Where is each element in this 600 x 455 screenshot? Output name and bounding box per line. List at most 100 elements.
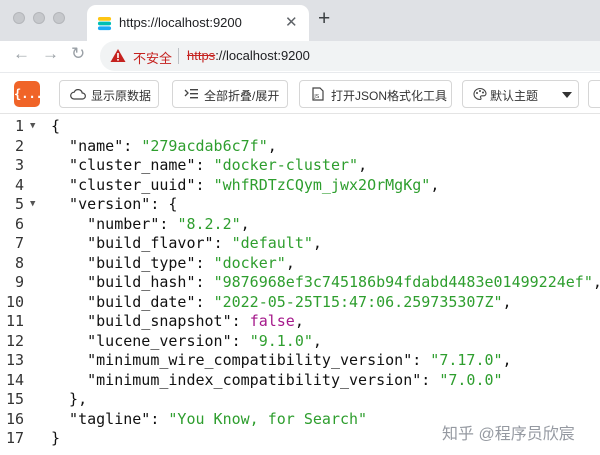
json-key: "name" xyxy=(51,136,124,155)
code-text: "build_snapshot": false, xyxy=(51,312,304,332)
line-number: 14 xyxy=(5,370,24,389)
watermark: 知乎 @程序员欣宸 xyxy=(442,426,575,443)
code-line: 13 "minimum_wire_compatibility_version":… xyxy=(0,351,600,371)
theme-select[interactable]: 默认主题 xyxy=(462,80,579,108)
line-number: 7 xyxy=(14,234,24,252)
json-punctuation: : xyxy=(412,351,431,369)
json-string-value: "7.17.0" xyxy=(430,351,503,369)
palette-icon xyxy=(473,87,487,101)
show-raw-data-button[interactable]: 显示原数据 xyxy=(59,80,159,108)
json-key: "cluster_name" xyxy=(51,156,196,174)
navigation-bar: ← → ↻ 不安全 https://localhost:9200 xyxy=(0,41,600,72)
json-key: "minimum_wire_compatibility_version" xyxy=(51,351,413,369)
json-string-value: "docker-cluster" xyxy=(213,156,359,174)
json-punctuation: : xyxy=(195,292,214,311)
json-string-value: "9.1.0" xyxy=(249,331,313,350)
json-punctuation: : xyxy=(231,331,250,350)
minimize-window-button[interactable] xyxy=(33,12,45,24)
json-key: "lucene_version" xyxy=(51,331,232,350)
code-text: } xyxy=(51,429,60,449)
browser-tab[interactable]: https://localhost:9200 ✕ xyxy=(87,5,309,41)
json-punctuation: , xyxy=(358,156,368,174)
theme-select-label: 默认主题 xyxy=(490,89,539,103)
new-tab-button[interactable]: + xyxy=(318,8,330,30)
json-key: "build_flavor" xyxy=(51,234,214,252)
forward-button[interactable]: → xyxy=(42,44,59,64)
json-punctuation: : xyxy=(421,370,440,389)
document-icon: JS xyxy=(312,87,324,101)
code-text: "version": { xyxy=(51,195,177,215)
url-host: ://localhost:9200 xyxy=(215,48,310,63)
code-line: 7 "build_flavor": "default", xyxy=(0,234,600,254)
code-text: "lucene_version": "9.1.0", xyxy=(51,332,322,352)
json-punctuation: , xyxy=(240,214,250,233)
json-punctuation: : xyxy=(150,409,169,428)
json-punctuation: , xyxy=(312,234,322,252)
json-string-value: "whfRDTzCQym_jwx2OrMgKg" xyxy=(213,175,431,194)
more-button[interactable] xyxy=(588,80,600,108)
open-json-formatter-label: 打开JSON格式化工具 xyxy=(331,89,448,103)
json-string-value: "default" xyxy=(231,234,313,252)
json-key: "tagline" xyxy=(51,409,151,428)
svg-text:JS: JS xyxy=(313,94,320,100)
json-punctuation: : xyxy=(159,214,178,233)
code-text: "build_type": "docker", xyxy=(51,254,295,274)
back-button[interactable]: ← xyxy=(13,44,30,64)
json-punctuation: , xyxy=(502,292,512,311)
json-punctuation: , xyxy=(593,273,600,291)
tab-strip: https://localhost:9200 ✕ + xyxy=(0,0,600,41)
json-punctuation: , xyxy=(430,175,440,194)
json-key: "build_date" xyxy=(51,292,196,311)
code-text: "name": "279acdab6c7f", xyxy=(51,137,277,157)
json-key: "build_hash" xyxy=(51,273,196,291)
fold-toggle-icon[interactable]: ▼ xyxy=(30,117,35,137)
line-number: 2 xyxy=(14,136,24,155)
json-punctuation: : xyxy=(195,156,214,174)
warning-icon[interactable] xyxy=(110,48,126,63)
code-line: 6 "number": "8.2.2", xyxy=(0,215,600,235)
json-string-value: "279acdab6c7f" xyxy=(141,136,268,155)
collapse-expand-all-label: 全部折叠/展开 xyxy=(204,89,280,103)
json-string-value: "9876968ef3c745186b94fdabd4483e01499224e… xyxy=(213,273,593,291)
code-line: 9 "build_hash": "9876968ef3c745186b94fda… xyxy=(0,273,600,293)
code-line: 4 "cluster_uuid": "whfRDTzCQym_jwx2OrMgK… xyxy=(0,176,600,196)
json-key: "version" xyxy=(51,195,151,213)
close-window-button[interactable] xyxy=(13,12,25,24)
maximize-window-button[interactable] xyxy=(53,12,65,24)
tab-title: https://localhost:9200 xyxy=(119,15,242,30)
address-bar[interactable]: 不安全 https://localhost:9200 xyxy=(100,41,600,71)
not-secure-label[interactable]: 不安全 xyxy=(133,48,172,67)
code-line: 15 }, xyxy=(0,390,600,410)
line-number: 3 xyxy=(14,156,24,174)
show-raw-data-label: 显示原数据 xyxy=(91,89,152,103)
json-punctuation: : { xyxy=(150,195,178,213)
reload-button[interactable]: ↻ xyxy=(71,44,85,64)
line-number: 5 xyxy=(14,195,24,213)
json-punctuation: , xyxy=(502,351,512,369)
open-json-formatter-button[interactable]: JS 打开JSON格式化工具 xyxy=(299,80,452,108)
tab-close-icon[interactable]: ✕ xyxy=(285,13,298,31)
line-number: 17 xyxy=(5,429,24,447)
json-string-value: "2022-05-25T15:47:06.259735307Z" xyxy=(213,292,503,311)
line-number: 6 xyxy=(14,214,24,233)
json-viewer-logo: {...} xyxy=(14,81,50,107)
collapse-expand-all-button[interactable]: 全部折叠/展开 xyxy=(172,80,288,108)
code-line: 3 "cluster_name": "docker-cluster", xyxy=(0,156,600,176)
code-line: 11 "build_snapshot": false, xyxy=(0,312,600,332)
chevron-down-icon xyxy=(562,92,572,98)
url-scheme: https xyxy=(187,48,216,63)
code-text: "cluster_name": "docker-cluster", xyxy=(51,156,367,176)
json-string-value: "docker" xyxy=(213,253,286,272)
code-line: 14 "minimum_index_compatibility_version"… xyxy=(0,371,600,391)
code-text: }, xyxy=(51,390,87,410)
json-string-value: "8.2.2" xyxy=(177,214,241,233)
json-key: "number" xyxy=(51,214,160,233)
json-string-value: "7.0.0" xyxy=(439,370,503,389)
json-punctuation: , xyxy=(294,312,304,330)
code-text: "number": "8.2.2", xyxy=(51,215,250,235)
json-code-view: 1 ▼{2 "name": "279acdab6c7f", 3 "cluster_n… xyxy=(0,114,600,455)
line-number: 15 xyxy=(5,390,24,408)
url-text[interactable]: https://localhost:9200 xyxy=(187,48,310,63)
fold-toggle-icon[interactable]: ▼ xyxy=(30,195,35,215)
line-number: 10 xyxy=(5,292,24,311)
